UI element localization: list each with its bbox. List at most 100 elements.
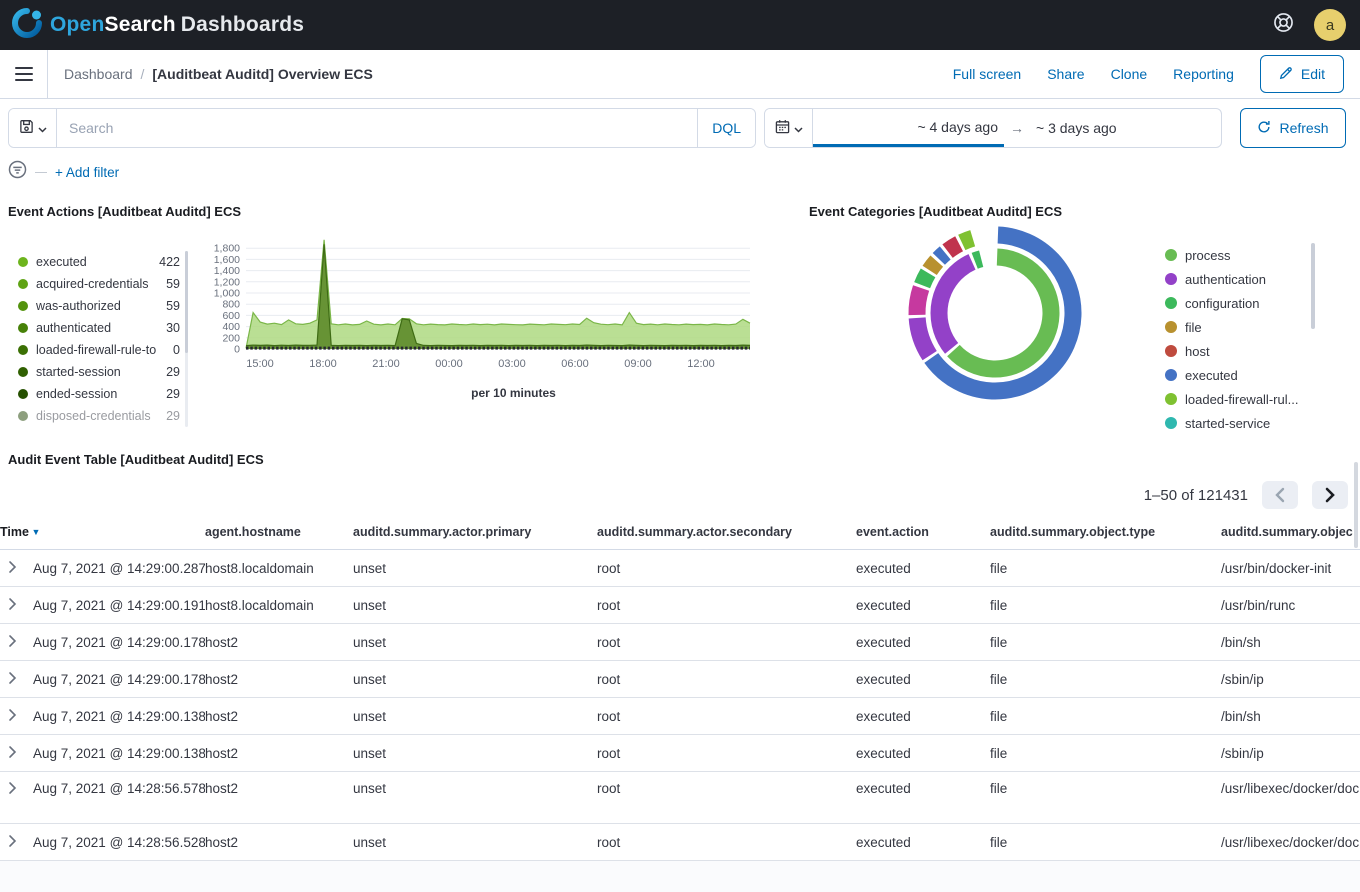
table-cell: file: [990, 735, 1221, 772]
legend-scrollbar-thumb[interactable]: [185, 251, 188, 353]
save-query-button[interactable]: [9, 109, 57, 147]
table-cell: host2: [205, 824, 353, 861]
svg-text:200: 200: [222, 332, 240, 344]
table-cell: /usr/bin/docker-init: [1221, 550, 1360, 587]
add-filter-link[interactable]: + Add filter: [55, 165, 119, 180]
legend-label: loaded-firewall-rul...: [1185, 392, 1317, 407]
breadcrumb-dashboard[interactable]: Dashboard: [64, 66, 133, 82]
legend-item[interactable]: loaded-firewall-rule-to0: [8, 339, 188, 361]
legend-item[interactable]: started-session29: [8, 361, 188, 383]
legend-label: acquired-credentials: [36, 277, 158, 291]
date-range-start[interactable]: ~ 4 days ago: [813, 109, 1004, 147]
share-link[interactable]: Share: [1047, 66, 1084, 82]
legend-dot-icon: [1165, 249, 1177, 261]
svg-text:12:00: 12:00: [687, 358, 715, 370]
legend-item[interactable]: ended-session29: [8, 383, 188, 405]
event-categories-legend: processauthenticationconfigurationfileho…: [1159, 243, 1317, 435]
table-body: Aug 7, 2021 @ 14:29:00.287host8.localdom…: [0, 550, 1360, 861]
previous-page-button[interactable]: [1262, 481, 1298, 509]
svg-text:06:00: 06:00: [561, 358, 589, 370]
legend-item[interactable]: configuration: [1159, 291, 1317, 315]
expand-row-icon[interactable]: [0, 698, 33, 735]
expand-row-icon[interactable]: [0, 735, 33, 772]
table-cell: Aug 7, 2021 @ 14:29:00.138: [33, 735, 205, 772]
legend-item[interactable]: file: [1159, 315, 1317, 339]
table-cell: unset: [353, 735, 597, 772]
table-cell: unset: [353, 661, 597, 698]
legend-label: started-session: [36, 365, 158, 379]
legend-label: ended-session: [36, 387, 158, 401]
expand-row-icon[interactable]: [0, 550, 33, 587]
table-cell: root: [597, 624, 856, 661]
search-input[interactable]: [57, 109, 697, 147]
refresh-button[interactable]: Refresh: [1240, 108, 1346, 148]
date-range-end[interactable]: ~ 3 days ago: [1030, 109, 1221, 147]
legend-item[interactable]: acquired-credentials59: [8, 273, 188, 295]
expand-row-icon[interactable]: [0, 624, 33, 661]
table-cell: root: [597, 587, 856, 624]
legend-item[interactable]: loaded-firewall-rul...: [1159, 387, 1317, 411]
table-cell: root: [597, 824, 856, 861]
x-axis-title: per 10 minutes: [188, 386, 783, 400]
legend-dot-icon: [18, 301, 28, 311]
legend-item[interactable]: authenticated30: [8, 317, 188, 339]
svg-text:600: 600: [222, 310, 240, 322]
nav-bar: Dashboard / [Auditbeat Auditd] Overview …: [0, 50, 1360, 99]
svg-text:1,400: 1,400: [214, 265, 240, 277]
legend-scrollbar-thumb[interactable]: [1311, 243, 1315, 329]
expand-row-icon[interactable]: [0, 824, 33, 861]
table-cell: host2: [205, 624, 353, 661]
fullscreen-link[interactable]: Full screen: [953, 66, 1021, 82]
legend-item[interactable]: disposed-credentials29: [8, 405, 188, 427]
clone-link[interactable]: Clone: [1111, 66, 1148, 82]
column-header-event.action: event.action: [856, 519, 990, 550]
column-header-auditd.summary.objec: auditd.summary.objec: [1221, 519, 1360, 550]
event-actions-chart[interactable]: 1,8001,6001,4001,2001,000800600400200015…: [188, 229, 758, 379]
table-cell: unset: [353, 824, 597, 861]
legend-label: executed: [36, 255, 151, 269]
svg-text:03:00: 03:00: [498, 358, 526, 370]
event-categories-donut[interactable]: [907, 225, 1083, 401]
panel-title-audit-table: Audit Event Table [Auditbeat Auditd] ECS: [0, 452, 1360, 467]
expand-row-icon[interactable]: [0, 661, 33, 698]
svg-text:00:00: 00:00: [435, 358, 463, 370]
legend-item[interactable]: was-authorized59: [8, 295, 188, 317]
table-cell: /usr/libexec/docker/doc: [1221, 772, 1360, 824]
dql-button[interactable]: DQL: [697, 109, 755, 147]
chevron-down-icon: [38, 121, 47, 136]
legend-label: loaded-firewall-rule-to: [36, 343, 165, 357]
table-cell: /sbin/ip: [1221, 661, 1360, 698]
table-cell: Aug 7, 2021 @ 14:29:00.287: [33, 550, 205, 587]
svg-text:18:00: 18:00: [309, 358, 337, 370]
table-cell: Aug 7, 2021 @ 14:28:56.528: [33, 824, 205, 861]
filter-circle-icon[interactable]: [8, 160, 27, 184]
range-arrow-icon: →: [1004, 109, 1030, 147]
opensearch-brand[interactable]: OpenSearchDashboards: [12, 8, 304, 43]
expand-row-icon[interactable]: [0, 587, 33, 624]
table-cell: unset: [353, 772, 597, 824]
legend-item[interactable]: process: [1159, 243, 1317, 267]
column-header-time[interactable]: Time ▼: [0, 519, 205, 550]
legend-dot-icon: [1165, 345, 1177, 357]
table-cell: unset: [353, 698, 597, 735]
help-icon[interactable]: [1271, 10, 1296, 40]
table-cell: unset: [353, 587, 597, 624]
table-row: Aug 7, 2021 @ 14:28:56.528host2unsetroot…: [0, 824, 1360, 861]
legend-item[interactable]: started-service: [1159, 411, 1317, 435]
legend-item[interactable]: executed422: [8, 251, 188, 273]
reporting-link[interactable]: Reporting: [1173, 66, 1234, 82]
edit-button[interactable]: Edit: [1260, 55, 1344, 93]
legend-item[interactable]: executed: [1159, 363, 1317, 387]
legend-item[interactable]: authentication: [1159, 267, 1317, 291]
next-page-button[interactable]: [1312, 481, 1348, 509]
table-cell: host2: [205, 772, 353, 824]
expand-row-icon[interactable]: [0, 772, 33, 824]
page-scrollbar-thumb[interactable]: [1354, 462, 1358, 548]
table-cell: Aug 7, 2021 @ 14:28:56.578: [33, 772, 205, 824]
calendar-button[interactable]: [765, 109, 813, 147]
user-avatar[interactable]: a: [1314, 9, 1346, 41]
table-row: Aug 7, 2021 @ 14:29:00.191host8.localdom…: [0, 587, 1360, 624]
table-cell: executed: [856, 661, 990, 698]
menu-icon[interactable]: [0, 50, 48, 98]
legend-item[interactable]: host: [1159, 339, 1317, 363]
